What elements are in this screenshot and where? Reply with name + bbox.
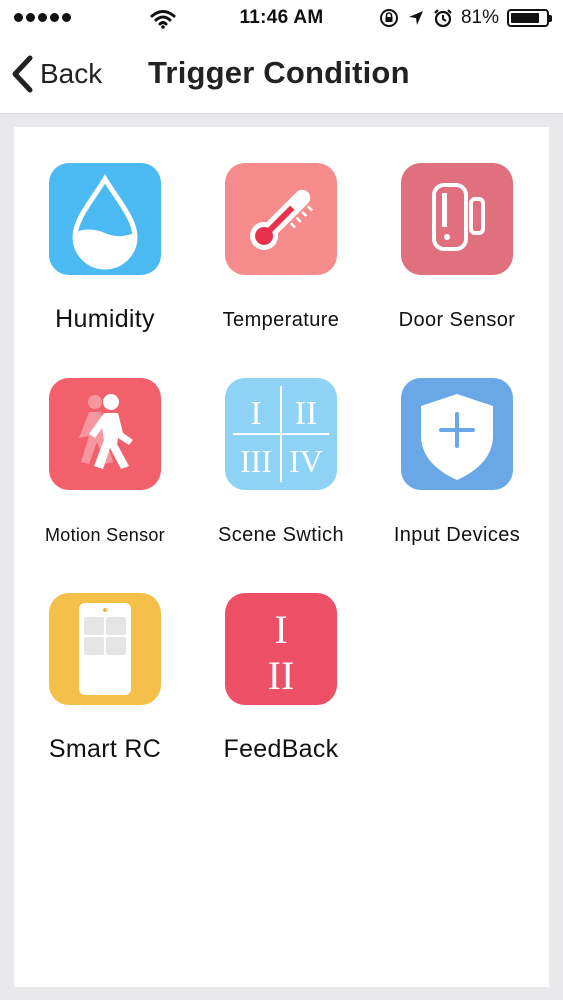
trigger-label: Motion Sensor bbox=[45, 525, 165, 545]
trigger-feedback[interactable]: I II FeedBack bbox=[193, 593, 369, 764]
trigger-label: Input Devices bbox=[393, 524, 521, 546]
battery-fill bbox=[511, 13, 539, 23]
trigger-humidity[interactable]: Humidity bbox=[17, 163, 193, 334]
trigger-door-sensor[interactable]: Door Sensor bbox=[369, 163, 545, 332]
trigger-smart-rc[interactable]: Smart RC bbox=[17, 593, 193, 764]
numeral-i: I bbox=[274, 607, 287, 652]
water-drop-icon bbox=[49, 163, 161, 275]
trigger-label: Door Sensor bbox=[398, 309, 516, 331]
door-sensor-icon bbox=[401, 163, 513, 275]
trigger-label: Humidity bbox=[55, 305, 155, 333]
numeral-ii: II bbox=[295, 395, 318, 432]
trigger-label: Scene Swtich bbox=[218, 524, 344, 546]
trigger-temperature[interactable]: Temperature bbox=[193, 163, 369, 332]
trigger-scene-switch[interactable]: I II III IV Scene Swtich bbox=[193, 378, 369, 547]
numeral-iii: III bbox=[240, 443, 272, 479]
remote-control-icon bbox=[49, 593, 161, 705]
trigger-label: Temperature bbox=[222, 309, 340, 331]
back-button[interactable]: Back bbox=[10, 52, 102, 96]
trigger-grid: Humidity Temperature Door Sensor Motion … bbox=[14, 127, 549, 987]
alarm-icon bbox=[434, 9, 452, 28]
roman-one-two-icon: I II bbox=[225, 593, 337, 705]
navigation-bar: Back Trigger Condition bbox=[0, 38, 563, 114]
status-bar: 11:46 AM 81% bbox=[0, 0, 563, 38]
battery-icon bbox=[507, 9, 552, 27]
numeral-ii: II bbox=[268, 653, 295, 698]
battery-percent: 81% bbox=[460, 7, 499, 28]
trigger-motion-sensor[interactable]: Motion Sensor bbox=[17, 378, 193, 546]
walking-person-icon bbox=[49, 378, 161, 490]
page-title: Trigger Condition bbox=[148, 55, 410, 90]
thermometer-icon bbox=[225, 163, 337, 275]
back-label: Back bbox=[40, 58, 103, 89]
location-arrow-icon bbox=[408, 11, 423, 25]
numeral-iv: IV bbox=[289, 443, 323, 479]
numeral-i: I bbox=[250, 395, 261, 432]
shield-plus-icon bbox=[401, 378, 513, 490]
trigger-input-devices[interactable]: Input Devices bbox=[369, 378, 545, 547]
roman-numerals-grid-icon: I II III IV bbox=[225, 378, 337, 490]
chevron-left-icon bbox=[12, 55, 33, 93]
orientation-lock-icon bbox=[379, 9, 398, 27]
trigger-label: FeedBack bbox=[223, 735, 339, 763]
trigger-label: Smart RC bbox=[48, 735, 162, 763]
